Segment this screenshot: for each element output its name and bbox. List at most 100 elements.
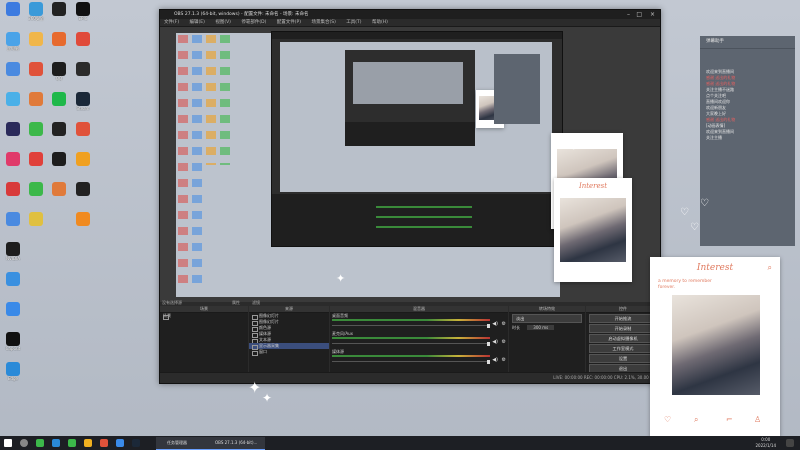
scene-item[interactable]: 场景 xyxy=(160,313,248,320)
transition-select[interactable]: 淡出 xyxy=(512,314,582,323)
start-recording-button[interactable]: 开始录制 xyxy=(589,324,657,333)
speaker-icon[interactable]: ◀) xyxy=(492,321,498,327)
nested-docks xyxy=(272,194,562,246)
desktop-icon-label xyxy=(46,16,72,26)
close-icon[interactable]: × xyxy=(650,10,655,19)
studio-mode-button[interactable]: 工作室模式 xyxy=(589,344,657,353)
desktop-icon[interactable] xyxy=(70,182,96,206)
heart-doodle-icon: ♡ xyxy=(680,207,689,218)
scenes-dock-header: 场景 xyxy=(160,306,248,313)
controls-dock: 开始推流 开始录制 启动虚拟摄像机 工作室模式 设置 退出 xyxy=(586,313,660,373)
search-icon: ⌕ xyxy=(694,415,699,424)
taskbar-app-obs[interactable]: OBS 27.1.3 (64-bit)... xyxy=(204,437,265,450)
menu-file[interactable]: 文件(F) xyxy=(164,20,179,25)
desktop-icon[interactable] xyxy=(70,212,96,236)
desktop-icon-label xyxy=(70,46,96,56)
app-icon xyxy=(29,92,43,106)
desktop-icon-label: NVIDIA xyxy=(6,256,20,261)
desktop-icon[interactable] xyxy=(0,302,26,326)
desktop-icon-label xyxy=(46,136,72,146)
menu-view[interactable]: 视图(V) xyxy=(215,20,231,25)
app-icon[interactable] xyxy=(100,439,108,447)
desktop-icon[interactable] xyxy=(70,62,96,86)
app-icon xyxy=(6,272,20,286)
menu-profile[interactable]: 配置文件(P) xyxy=(277,20,301,25)
volume-fader[interactable] xyxy=(332,359,490,364)
wechat-icon[interactable] xyxy=(36,439,44,447)
nested-obs-window xyxy=(271,31,563,247)
app-icon[interactable] xyxy=(68,439,76,447)
mixer-channel: 媒体源 ◀) ⚙ xyxy=(330,349,508,367)
heart-icon: ♡ xyxy=(664,415,672,424)
duration-input[interactable]: 300 ms xyxy=(527,325,555,330)
volume-fader[interactable] xyxy=(332,323,490,328)
desktop-icon[interactable]: NVIDIA xyxy=(0,242,26,266)
desktop-icon[interactable] xyxy=(46,182,72,206)
menu-docks[interactable]: 停靠部件(D) xyxy=(241,20,266,25)
desktop-icon[interactable]: Edge xyxy=(0,362,26,386)
menu-help[interactable]: 帮助(H) xyxy=(372,20,388,25)
app-icon xyxy=(76,152,90,166)
desktop-icon[interactable] xyxy=(46,122,72,146)
desktop-icon[interactable] xyxy=(46,152,72,176)
menu-tools[interactable]: 工具(T) xyxy=(346,20,361,25)
mixer-channel: 麦克风/Aux ◀) ⚙ xyxy=(330,331,508,349)
search-icon[interactable] xyxy=(20,439,28,447)
steam-icon[interactable] xyxy=(132,439,140,447)
virtual-camera-button[interactable]: 启动虚拟摄像机 xyxy=(589,334,657,343)
settings-button[interactable]: 设置 xyxy=(589,354,657,363)
source-item[interactable]: 窗口 xyxy=(249,349,329,356)
app-icon[interactable] xyxy=(116,439,124,447)
desktop-icon[interactable]: Steam xyxy=(70,92,96,116)
desktop-icon[interactable] xyxy=(46,92,72,116)
volume-fader[interactable] xyxy=(332,341,490,346)
desktop-icon-label: Edge xyxy=(7,376,19,381)
app-icon xyxy=(6,62,20,76)
app-icon xyxy=(6,32,20,46)
preview-desktop-icons xyxy=(178,35,268,285)
obs-menu-bar: 文件(F) 编辑(E) 视图(V) 停靠部件(D) 配置文件(P) 场景集合(S… xyxy=(160,19,660,27)
desktop-icon-label: QQ xyxy=(55,76,63,81)
clock[interactable]: 0:00 2022/1/14 xyxy=(755,437,776,449)
speaker-icon[interactable]: ◀) xyxy=(492,357,498,363)
small-card-title: Interest xyxy=(578,182,608,190)
desktop-icon[interactable]: CapCut xyxy=(0,332,26,356)
taskbar-app-task-manager[interactable]: 任务管理器 xyxy=(156,437,211,450)
sparkle-icon: ✦ xyxy=(262,391,273,405)
heart-doodle-icon: ♡ xyxy=(700,198,709,209)
start-icon[interactable] xyxy=(4,439,12,447)
folder-icon[interactable] xyxy=(84,439,92,447)
minimize-icon[interactable]: – xyxy=(627,10,630,19)
large-card-photo xyxy=(672,295,760,395)
small-photo-card: Interest xyxy=(554,178,632,282)
maximize-icon[interactable]: □ xyxy=(636,10,642,19)
app-icon xyxy=(76,32,90,46)
desktop-icon[interactable] xyxy=(70,122,96,146)
gear-icon[interactable]: ⚙ xyxy=(502,357,506,363)
notification-icon[interactable] xyxy=(786,439,794,447)
menu-edit[interactable]: 编辑(E) xyxy=(190,20,205,25)
desktop-icon[interactable] xyxy=(46,32,72,56)
desktop-icon[interactable] xyxy=(70,152,96,176)
desktop-icon[interactable]: QQ xyxy=(46,62,72,86)
controls-dock-header: 控件 xyxy=(586,306,660,313)
obs-title-text: OBS 27.1.3 (64-bit, windows) - 配置文件: 未命名… xyxy=(174,12,309,17)
menu-scene-collection[interactable]: 场景集合(S) xyxy=(311,20,335,25)
app-icon xyxy=(76,2,90,16)
edge-icon[interactable] xyxy=(52,439,60,447)
desktop-icon[interactable] xyxy=(23,212,49,236)
audio-meter xyxy=(332,355,490,357)
desktop-icon[interactable] xyxy=(0,272,26,296)
chat-message-list: 欢迎来到直播间 感谢 送出的礼物 感谢 送出的礼物 关注主播不迷路 点个关注吧 直播间欢迎… xyxy=(700,49,795,141)
app-icon xyxy=(6,182,20,196)
audio-meter xyxy=(332,337,490,339)
gear-icon[interactable]: ⚙ xyxy=(502,321,506,327)
desktop-icon[interactable] xyxy=(46,2,72,26)
desktop-icon[interactable]: EPIC xyxy=(70,2,96,26)
gear-icon[interactable]: ⚙ xyxy=(502,339,506,345)
app-icon xyxy=(6,122,20,136)
start-streaming-button[interactable]: 开始推流 xyxy=(589,314,657,323)
sources-dock: 图像幻灯片 图像幻灯片 颜色源 媒体源 文本源 显示器采集 窗口 xyxy=(249,313,329,373)
speaker-icon[interactable]: ◀) xyxy=(492,339,498,345)
desktop-icon[interactable] xyxy=(70,32,96,56)
